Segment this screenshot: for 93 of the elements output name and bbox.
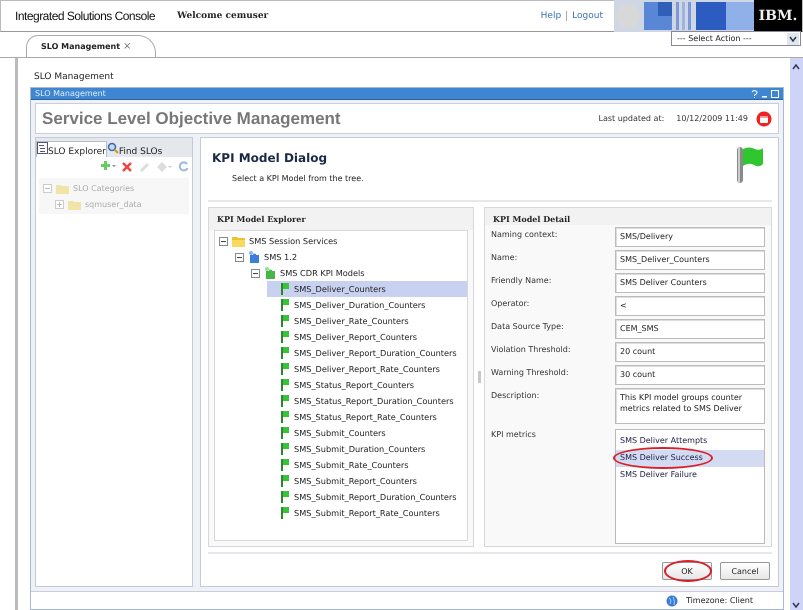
- collapse-icon[interactable]: [219, 236, 228, 246]
- dialog-subtitle: Select a KPI Model from the tree.: [232, 174, 364, 183]
- last-updated-label: Last updated at:: [598, 114, 664, 123]
- flag-icon: [280, 331, 290, 343]
- list-item[interactable]: SMS Deliver Attempts: [616, 433, 764, 450]
- flag-icon: [280, 459, 290, 471]
- collapse-icon[interactable]: [235, 252, 244, 262]
- tree-item[interactable]: SMS_Submit_Counters: [294, 428, 386, 438]
- tree-item[interactable]: SMS_Deliver_Report_Rate_Counters: [294, 364, 440, 374]
- flag-icon: [280, 507, 290, 519]
- tree-item[interactable]: SMS_Deliver_Report_Duration_Counters: [294, 348, 457, 358]
- folder-icon: [68, 198, 81, 210]
- input-field[interactable]: SMS Deliver Counters: [615, 273, 765, 293]
- flag-icon: [280, 411, 290, 423]
- field-label: KPI metrics: [491, 429, 537, 441]
- action-select[interactable]: --- Select Action ---: [671, 31, 801, 46]
- input-field[interactable]: 20 count: [615, 342, 765, 362]
- input-field[interactable]: SMS_Deliver_Counters: [615, 250, 765, 270]
- list-item[interactable]: SMS Deliver Failure: [616, 467, 764, 484]
- header-link[interactable]: Help: [536, 11, 566, 21]
- flag-icon: [280, 475, 290, 487]
- dialog-button[interactable]: OK: [662, 562, 712, 580]
- flag-icon: [734, 144, 764, 184]
- flag-icon: [280, 299, 290, 311]
- search-icon: [106, 142, 119, 154]
- header-link[interactable]: Logout: [567, 11, 608, 21]
- input-field[interactable]: SMS/Delivery: [615, 227, 765, 247]
- flag-icon: [280, 491, 290, 503]
- close-icon[interactable]: ×: [123, 41, 132, 52]
- tree-item[interactable]: SMS_Submit_Report_Counters: [294, 476, 417, 486]
- console-tab[interactable]: SLO Management ×: [26, 35, 156, 57]
- section-title: KPI Model Explorer: [209, 208, 474, 230]
- tree-item[interactable]: SMS 1.2: [264, 252, 298, 262]
- globe-icon: [666, 594, 678, 606]
- flag-icon: [280, 283, 290, 295]
- flag-icon: [280, 427, 290, 439]
- collapse-icon[interactable]: [251, 268, 260, 278]
- flag-icon: [280, 347, 290, 359]
- description-field[interactable]: This KPI model groups counter metrics related to SMS Deliver: [615, 388, 765, 424]
- ibm-logo: IBM.: [754, 0, 802, 32]
- dialog-title: KPI Model Dialog: [212, 151, 328, 165]
- add-icon[interactable]: [100, 160, 116, 172]
- timezone-text: Timezone: Client: [686, 596, 753, 605]
- folder-icon: [56, 182, 69, 194]
- field-label: Friendly Name:: [491, 275, 552, 287]
- dropdown-icon[interactable]: [787, 32, 799, 44]
- dialog-button[interactable]: Cancel: [720, 562, 770, 580]
- flag-icon: [280, 443, 290, 455]
- tree-item[interactable]: SMS_Submit_Rate_Counters: [294, 460, 409, 470]
- tree-item[interactable]: SMS Session Services: [249, 236, 338, 246]
- puzzle-icon: [248, 251, 260, 263]
- page-title: Service Level Objective Management: [42, 108, 341, 128]
- input-field[interactable]: <: [615, 296, 765, 316]
- flag-icon: [280, 363, 290, 375]
- scrollbar[interactable]: [790, 58, 803, 610]
- tree-item[interactable]: SMS_Status_Report_Counters: [294, 380, 414, 390]
- input-field[interactable]: 30 count: [615, 365, 765, 385]
- portlet-title-bar: SLO Management: [31, 88, 783, 100]
- scroll-up-icon[interactable]: [790, 62, 802, 72]
- tree-item[interactable]: SMS_Status_Report_Duration_Counters: [294, 396, 454, 406]
- list-item[interactable]: SMS Deliver Success: [616, 450, 764, 467]
- tree-item[interactable]: SMS_Submit_Duration_Counters: [294, 444, 426, 454]
- last-updated-value: 10/12/2009 11:49: [676, 114, 748, 123]
- breadcrumb-text: SLO Management: [33, 71, 115, 84]
- flag-icon: [280, 315, 290, 327]
- tree-item[interactable]: SMS CDR KPI Models: [280, 268, 365, 278]
- calendar-icon[interactable]: [756, 110, 772, 126]
- refresh-icon[interactable]: [178, 160, 189, 172]
- scroll-down-icon[interactable]: [790, 600, 802, 610]
- section-title: KPI Model Detail: [485, 208, 771, 225]
- field-label: Naming context:: [491, 229, 558, 241]
- folder-icon: [232, 235, 245, 247]
- maximize-icon[interactable]: [771, 90, 779, 98]
- tree-item[interactable]: SMS_Deliver_Rate_Counters: [294, 316, 409, 326]
- input-field[interactable]: CEM_SMS: [615, 319, 765, 339]
- delete-icon[interactable]: [122, 160, 133, 172]
- field-label: Violation Threshold:: [491, 344, 572, 356]
- tree-item[interactable]: SMS_Deliver_Report_Counters: [294, 332, 418, 342]
- field-label: Name:: [491, 252, 518, 264]
- puzzle-icon: [264, 267, 276, 279]
- help-icon[interactable]: [751, 90, 758, 98]
- console-title: Integrated Solutions Console: [15, 9, 156, 23]
- tree-item[interactable]: SMS_Submit_Report_Duration_Counters: [294, 492, 457, 502]
- tree-item[interactable]: SMS_Status_Report_Rate_Counters: [294, 412, 437, 422]
- field-label: Warning Threshold:: [491, 367, 570, 379]
- tree-item[interactable]: SMS_Submit_Report_Rate_Counters: [294, 508, 440, 518]
- field-label: Description:: [491, 390, 540, 402]
- flag-icon: [280, 395, 290, 407]
- welcome-text: Welcome cemuser: [177, 11, 268, 21]
- flag-icon: [280, 379, 290, 391]
- field-label: Operator:: [491, 298, 530, 310]
- field-label: Data Source Type:: [491, 321, 565, 333]
- tree-item[interactable]: SMS_Deliver_Duration_Counters: [294, 300, 426, 310]
